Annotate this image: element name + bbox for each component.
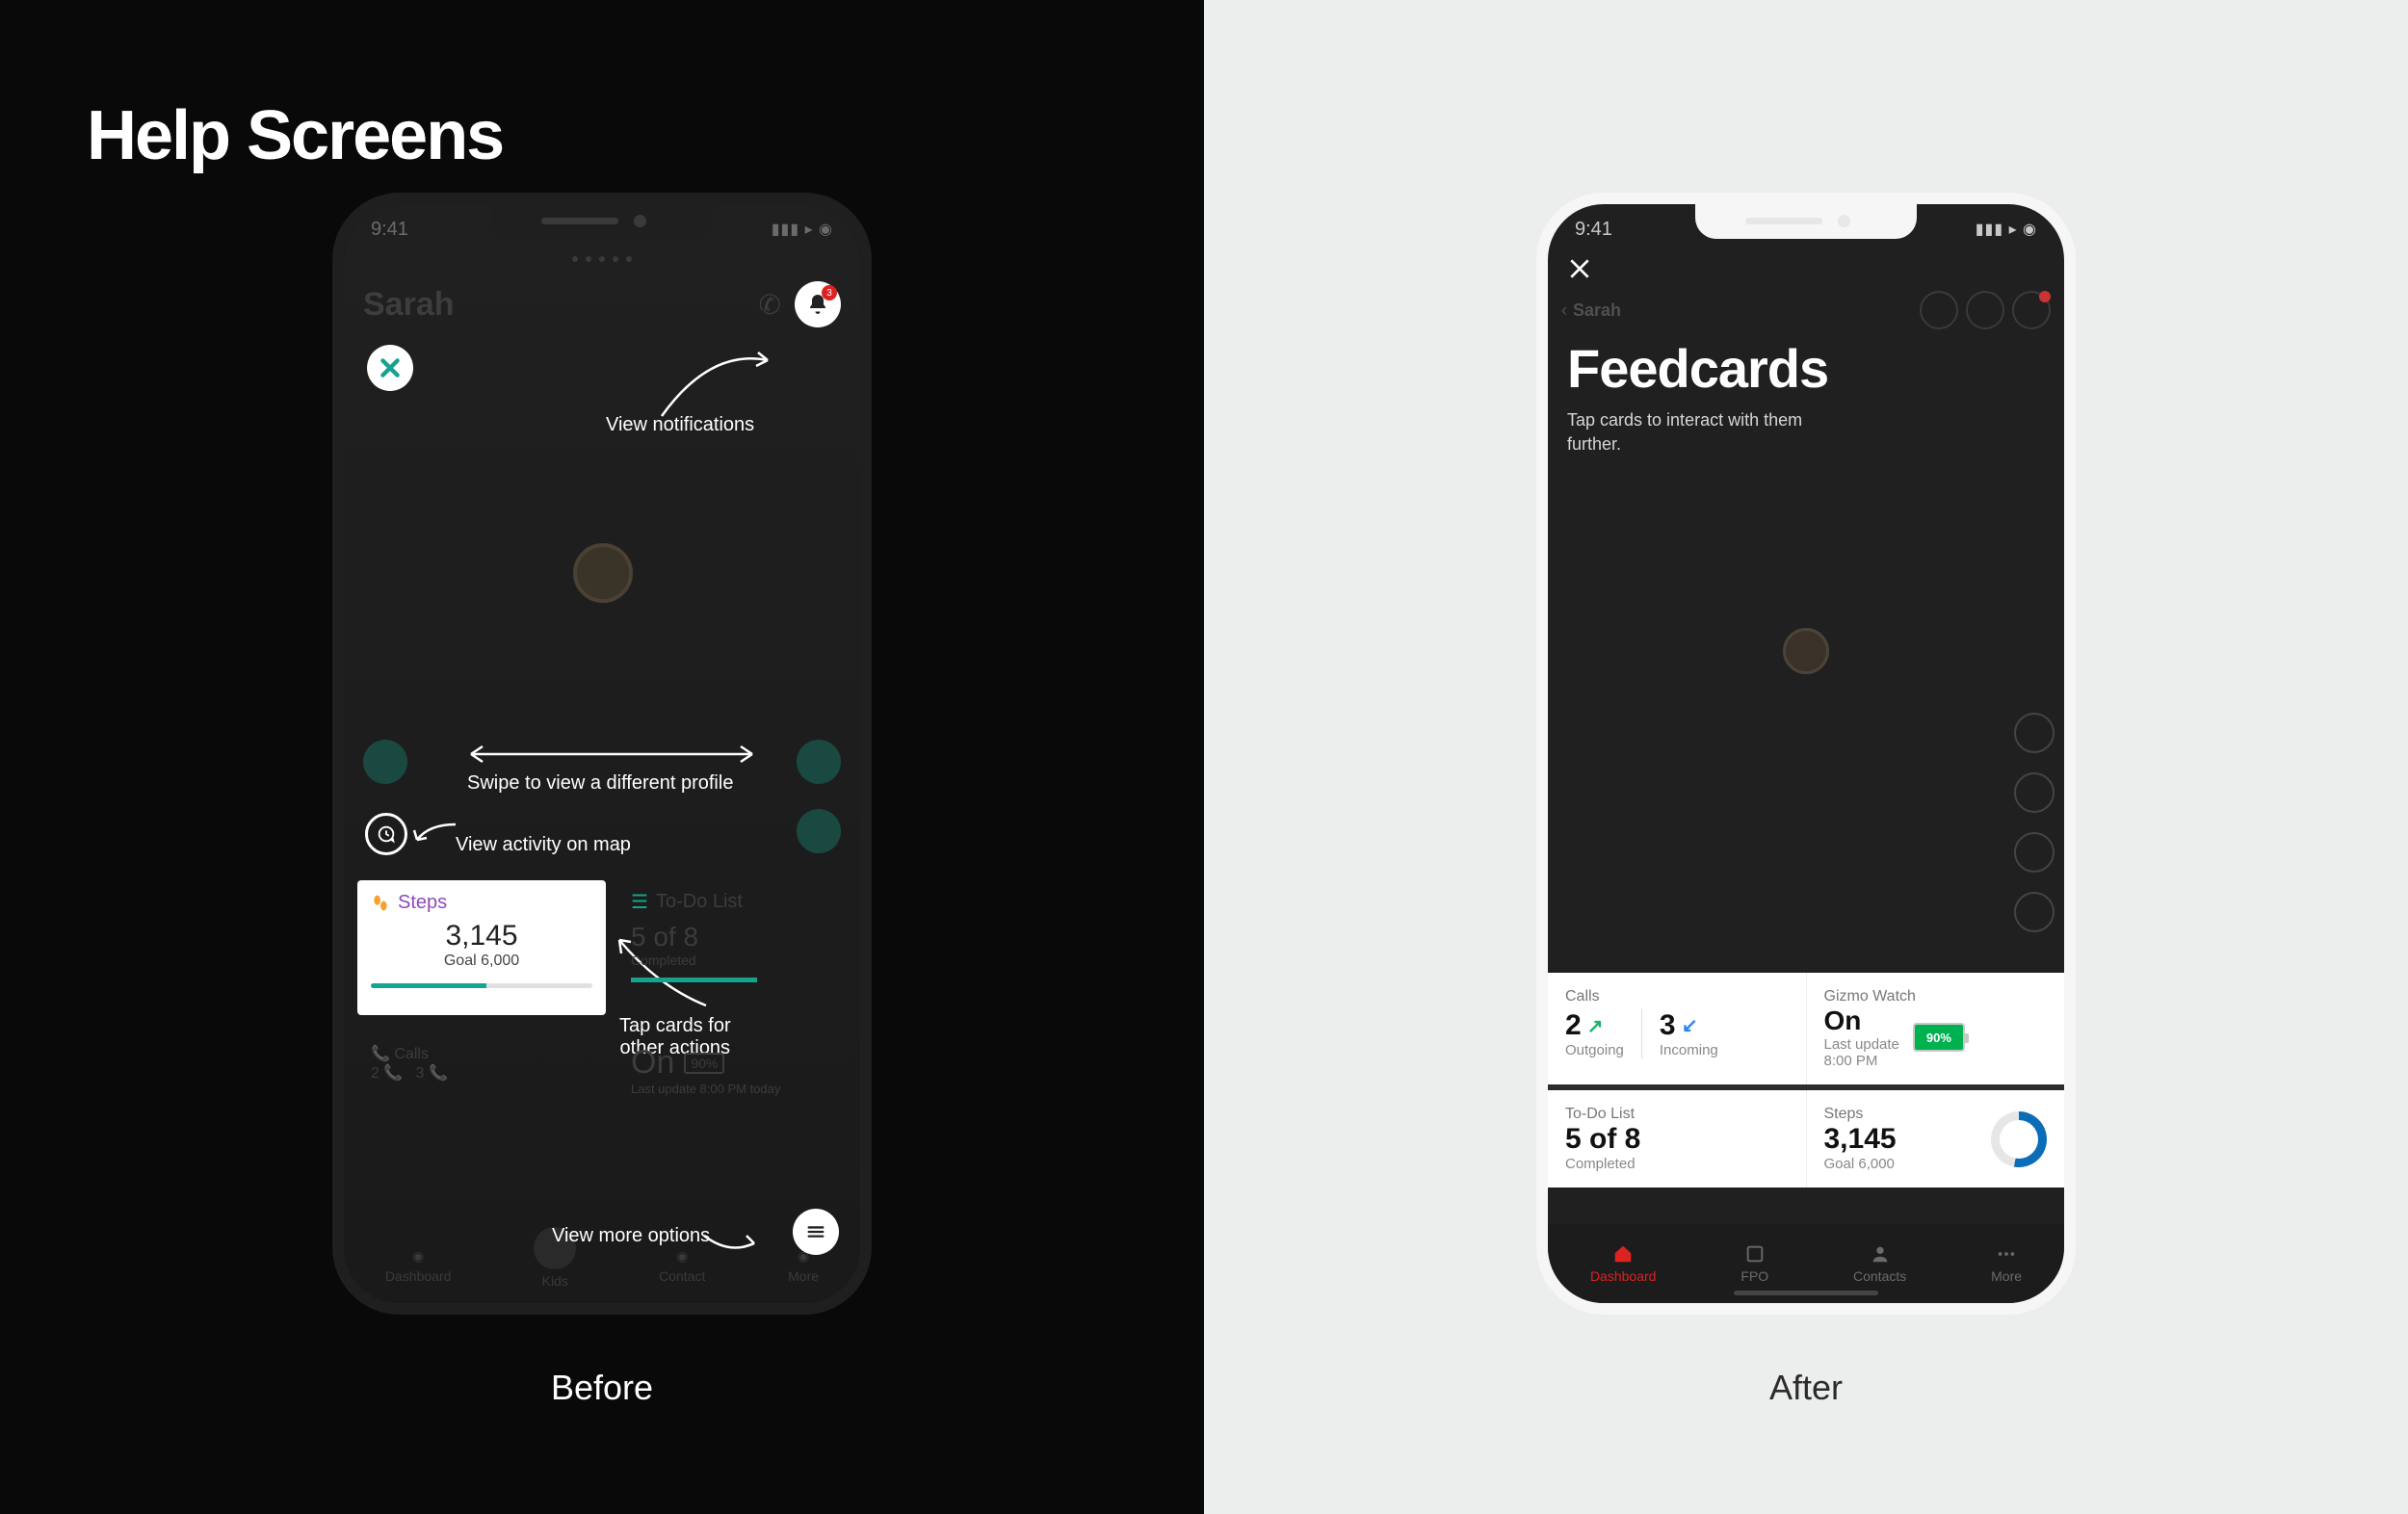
dim-todo-card: ☰ To-Do List 5 of 8 Completed (617, 880, 849, 992)
map-control-1[interactable] (2014, 713, 2055, 753)
arrow-to-bell (652, 339, 787, 426)
outgoing-arrow-icon: ↗ (1587, 1014, 1604, 1038)
steps-label: Steps (1824, 1106, 1897, 1123)
dim-on-card: On90% Last update 8:00 PM today (617, 1034, 849, 1106)
annotation-activity: View activity on map (456, 834, 631, 856)
avatar-pin (1783, 628, 1829, 674)
tab-contacts[interactable]: Contacts (1853, 1243, 1906, 1284)
steps-val: 3,145 (1824, 1123, 1897, 1156)
tab-dashboard[interactable]: ◉Dashboard (385, 1248, 452, 1284)
tab-fpo[interactable]: FPO (1741, 1243, 1768, 1284)
after-phone: 9:41 ▮▮▮ ▸ ◉ ‹Sarah Feedcards Tap cards … (1536, 193, 2076, 1315)
header-actions (1920, 291, 2051, 329)
after-caption: After (1769, 1368, 1843, 1408)
close-button[interactable] (1567, 256, 1592, 288)
tutorial-title: Feedcards (1567, 337, 1828, 400)
annotation-more: View more options (552, 1225, 710, 1247)
annotation-notifications: View notifications (606, 414, 754, 436)
steps-goal: Goal 6,000 (371, 953, 592, 970)
steps-card[interactable]: Steps 3,145 Goal 6,000 (1806, 1090, 2065, 1188)
status-time: 9:41 (1575, 219, 1612, 241)
phone-notch (491, 204, 713, 239)
map-action-1 (363, 740, 407, 784)
close-icon (378, 355, 403, 380)
tab-contact[interactable]: ◉Contact (659, 1248, 705, 1284)
header-row: ‹Sarah (1548, 291, 2064, 329)
map-control-2[interactable] (2014, 772, 2055, 813)
calls-label: Calls (1565, 988, 1789, 1005)
annotation-swipe: Swipe to view a different profile (467, 772, 733, 795)
todo-label: To-Do List (1565, 1106, 1789, 1123)
steps-value: 3,145 (371, 920, 592, 953)
todo-sub: Completed (1565, 1156, 1789, 1172)
incoming-arrow-icon: ↗ (1682, 1014, 1698, 1038)
hamburger-icon (805, 1221, 826, 1242)
activity-clock-icon[interactable] (365, 813, 407, 855)
header-row: Sarah ✆ 3 (344, 268, 860, 341)
phone-icon: ✆ (759, 289, 781, 321)
map-control-3[interactable] (2014, 832, 2055, 873)
steps-card[interactable]: Steps 3,145 Goal 6,000 (357, 880, 606, 1015)
todo-val: 5 of 8 (1565, 1123, 1789, 1156)
watch-card[interactable]: Gizmo Watch On Last update 8:00 PM 90% (1806, 973, 2065, 1084)
page-title: Help Screens (87, 96, 503, 175)
home-indicator (1734, 1291, 1878, 1295)
watch-updated: Last update 8:00 PM (1824, 1036, 1899, 1069)
chat-button[interactable] (1966, 291, 2004, 329)
tab-more[interactable]: More (1991, 1243, 2022, 1284)
call-button[interactable] (1920, 291, 1958, 329)
steps-progress (371, 983, 592, 988)
after-panel: 9:41 ▮▮▮ ▸ ◉ ‹Sarah Feedcards Tap cards … (1204, 0, 2408, 1514)
arrow-to-clock (409, 819, 458, 848)
battery-badge: 90% (1913, 1023, 1965, 1052)
before-panel: Help Screens 9:41 ▮▮▮ ▸ ◉ Sarah ✆ (0, 0, 1204, 1514)
user-name: Sarah (363, 286, 455, 324)
map-control-4[interactable] (2014, 892, 2055, 932)
steps-label: Steps (398, 892, 447, 914)
feed-cards: Calls 2↗ Outgoing 3↗ Incoming (1548, 973, 2064, 1188)
close-icon (1567, 256, 1592, 281)
watch-state: On (1824, 1005, 1899, 1036)
clock-icon (376, 823, 397, 845)
calls-card[interactable]: Calls 2↗ Outgoing 3↗ Incoming (1548, 973, 1806, 1084)
steps-donut (1991, 1111, 2047, 1167)
swipe-arrow (458, 740, 766, 769)
todo-card[interactable]: To-Do List 5 of 8 Completed (1548, 1090, 1806, 1188)
before-phone: 9:41 ▮▮▮ ▸ ◉ Sarah ✆ 3 (332, 193, 872, 1315)
before-caption: Before (551, 1368, 653, 1408)
dim-calls-card: 📞 Calls 2 📞 3 📞 (357, 1034, 606, 1092)
chevron-left-icon: ‹ (1561, 300, 1567, 321)
alerts-button[interactable] (2012, 291, 2051, 329)
notifications-button[interactable]: 3 (795, 281, 841, 327)
tutorial-subtitle: Tap cards to interact with them further. (1567, 408, 1818, 457)
watch-label: Gizmo Watch (1824, 988, 2048, 1005)
status-icons: ▮▮▮ ▸ ◉ (772, 220, 833, 239)
map-action-3 (797, 809, 841, 853)
menu-button[interactable] (793, 1209, 839, 1255)
notification-badge: 3 (822, 285, 837, 300)
status-icons: ▮▮▮ ▸ ◉ (1976, 220, 2037, 239)
steps-sub: Goal 6,000 (1824, 1156, 1897, 1172)
phone-notch (1695, 204, 1917, 239)
close-button[interactable] (367, 345, 413, 391)
steps-icon (371, 894, 390, 913)
status-time: 9:41 (371, 219, 408, 241)
back-button[interactable]: ‹Sarah (1561, 300, 1621, 321)
avatar-pin (573, 543, 633, 603)
arrow-to-menu (700, 1226, 762, 1259)
tab-dashboard[interactable]: Dashboard (1590, 1243, 1657, 1284)
pager-dots (572, 256, 632, 262)
map-controls (2014, 713, 2055, 932)
map-action-2 (797, 740, 841, 784)
